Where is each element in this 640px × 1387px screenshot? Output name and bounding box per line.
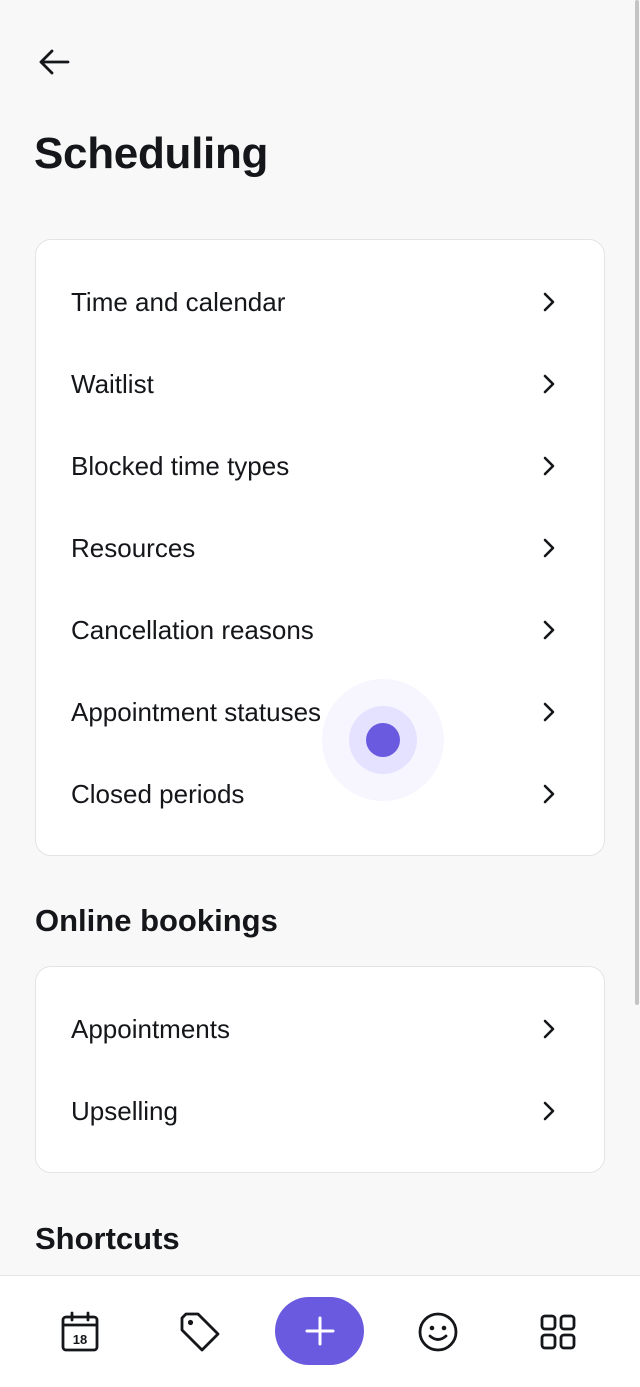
arrow-left-icon	[39, 49, 70, 75]
chevron-right-icon	[540, 1018, 558, 1040]
nav-sales-button[interactable]	[160, 1276, 240, 1387]
page-title: Scheduling	[34, 129, 269, 178]
chevron-right-icon	[540, 537, 558, 559]
settings-item-time-and-calendar[interactable]: Time and calendar	[36, 261, 604, 343]
settings-item-label: Closed periods	[71, 779, 245, 809]
settings-item-blocked-time-types[interactable]: Blocked time types	[36, 425, 604, 507]
smile-icon	[418, 1312, 458, 1352]
chevron-right-icon	[540, 619, 558, 641]
settings-item-label: Blocked time types	[71, 451, 290, 481]
chevron-right-icon	[540, 455, 558, 477]
settings-item-cancellation-reasons[interactable]: Cancellation reasons	[36, 589, 604, 671]
scrollbar[interactable]	[635, 0, 639, 1005]
section-title-online-bookings: Online bookings	[35, 903, 278, 938]
nav-more-button[interactable]	[518, 1276, 598, 1387]
settings-item-appointment-statuses[interactable]: Appointment statuses	[36, 671, 604, 753]
settings-item-closed-periods[interactable]: Closed periods	[36, 753, 604, 835]
bottom-navigation-bar: 18	[0, 1275, 640, 1387]
chevron-right-icon	[540, 701, 558, 723]
scheduling-settings-screen: Scheduling Time and calendar Waitlist Bl…	[0, 0, 640, 1387]
settings-item-waitlist[interactable]: Waitlist	[36, 343, 604, 425]
settings-item-upselling[interactable]: Upselling	[36, 1070, 604, 1152]
settings-item-label: Waitlist	[71, 369, 154, 399]
chevron-right-icon	[540, 291, 558, 313]
chevron-right-icon	[540, 783, 558, 805]
settings-item-label: Appointments	[71, 1014, 230, 1044]
chevron-right-icon	[540, 373, 558, 395]
grid-icon	[540, 1314, 576, 1350]
settings-item-label: Upselling	[71, 1096, 178, 1126]
scheduling-settings-card: Time and calendar Waitlist Blocked time …	[35, 239, 605, 856]
settings-item-label: Appointment statuses	[71, 697, 322, 727]
settings-item-label: Time and calendar	[71, 287, 286, 317]
settings-item-label: Resources	[71, 533, 196, 563]
nav-calendar-button[interactable]: 18	[40, 1276, 120, 1387]
touch-indicator-dot	[366, 723, 400, 757]
back-button[interactable]	[30, 40, 78, 84]
settings-item-resources[interactable]: Resources	[36, 507, 604, 589]
plus-icon	[305, 1316, 334, 1346]
tag-icon	[180, 1312, 220, 1352]
nav-clients-button[interactable]	[398, 1276, 478, 1387]
settings-item-appointments[interactable]: Appointments	[36, 988, 604, 1070]
online-bookings-card: Appointments Upselling	[35, 966, 605, 1173]
settings-item-label: Cancellation reasons	[71, 615, 314, 645]
section-title-shortcuts: Shortcuts	[35, 1221, 180, 1256]
calendar-day-number: 18	[73, 1332, 87, 1347]
chevron-right-icon	[540, 1100, 558, 1122]
calendar-icon: 18	[61, 1311, 99, 1352]
add-button[interactable]	[275, 1297, 364, 1365]
